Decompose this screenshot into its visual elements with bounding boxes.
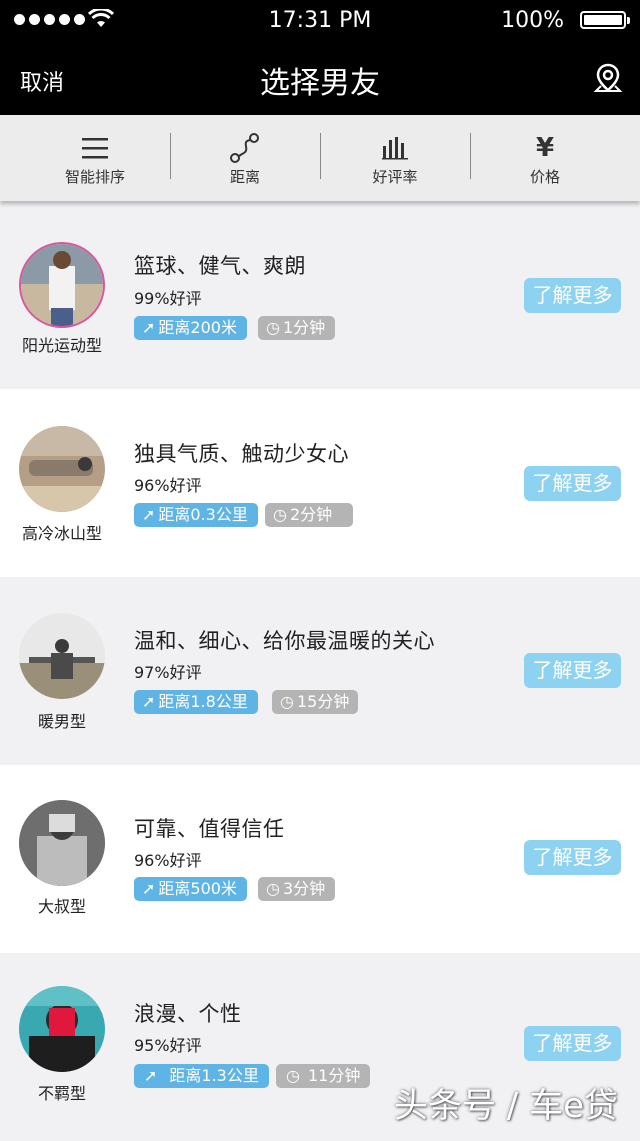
navigation-arrow-icon: ➚: [142, 879, 156, 898]
time-text: 15分钟: [296, 692, 350, 711]
avatar: [19, 986, 105, 1072]
item-headline: 独具气质、触动少女心: [134, 442, 349, 466]
item-headline: 温和、细心、给你最温暖的关心: [134, 629, 435, 653]
filter-rating[interactable]: 好评率: [320, 115, 470, 201]
yen-icon: ¥: [535, 133, 555, 163]
item-rating: 96%好评: [134, 476, 202, 495]
clock-icon: ◷: [266, 318, 280, 337]
time-tag: ◷ 11分钟: [276, 1064, 371, 1088]
type-label: 高冷冰山型: [21, 524, 102, 543]
route-icon: [170, 132, 320, 164]
list-item[interactable]: 高冷冰山型 独具气质、触动少女心 96%好评 ➚ 距离0.3公里 ◷ 2分钟 了解更…: [0, 389, 640, 577]
battery-percent: 100%: [501, 8, 564, 33]
item-headline: 浪漫、个性: [134, 1002, 242, 1026]
bar-chart-icon: [320, 132, 470, 164]
distance-text: 距离0.3公里: [158, 505, 248, 524]
time-tag: ◷ 1分钟: [258, 316, 336, 340]
filter-label: 价格: [529, 168, 560, 186]
navigation-arrow-icon: ➚: [144, 1066, 158, 1085]
distance-tag: ➚ 距离200米: [134, 316, 247, 340]
list-item[interactable]: 大叔型 可靠、值得信任 96%好评 ➚ 距离500米 ◷ 3分钟 了解更多: [0, 765, 640, 953]
time-text: 1分钟: [282, 318, 326, 337]
avatar: [19, 613, 105, 699]
item-rating: 96%好评: [134, 851, 202, 870]
item-rating: 97%好评: [134, 663, 202, 682]
distance-tag: ➚ 距离1.3公里: [134, 1064, 269, 1088]
distance-tag: ➚ 距离0.3公里: [134, 503, 258, 527]
filter-price[interactable]: ¥ 价格: [470, 115, 620, 201]
time-tag: ◷ 2分钟: [265, 503, 353, 527]
learn-more-button[interactable]: 了解更多: [524, 653, 621, 688]
type-label: 大叔型: [37, 897, 86, 916]
avatar: [19, 242, 105, 328]
time-text: 3分钟: [282, 879, 326, 898]
list-item[interactable]: 阳光运动型 篮球、健气、爽朗 99%好评 ➚ 距离200米 ◷ 1分钟 了解更多: [0, 201, 640, 389]
distance-tag: ➚ 距离1.8公里: [134, 690, 258, 714]
clock-icon: ◷: [286, 1066, 300, 1085]
distance-text: 距离500米: [158, 879, 237, 898]
filter-distance[interactable]: 距离: [170, 115, 320, 201]
item-rating: 99%好评: [134, 289, 202, 308]
navigation-arrow-icon: ➚: [142, 505, 156, 524]
filter-label: 距离: [229, 168, 260, 186]
item-headline: 可靠、值得信任: [134, 817, 285, 841]
navigation-arrow-icon: ➚: [142, 318, 156, 337]
battery-icon: [580, 11, 630, 29]
clock-icon: ◷: [273, 505, 287, 524]
learn-more-button[interactable]: 了解更多: [524, 278, 621, 313]
time-text: 2分钟: [289, 505, 333, 524]
clock-icon: ◷: [266, 879, 280, 898]
clock-icon: ◷: [280, 692, 294, 711]
avatar: [19, 426, 105, 512]
navigation-arrow-icon: ➚: [142, 692, 156, 711]
time-text: 11分钟: [307, 1066, 361, 1085]
learn-more-button[interactable]: 了解更多: [524, 840, 621, 875]
type-label: 不羁型: [37, 1084, 86, 1103]
item-headline: 篮球、健气、爽朗: [134, 254, 306, 278]
filter-smart-sort[interactable]: 智能排序: [20, 115, 170, 201]
menu-icon: [20, 132, 170, 164]
watermark: 头条号 / 车e贷: [394, 1086, 618, 1126]
type-label: 暖男型: [37, 712, 86, 731]
distance-text: 距离1.8公里: [158, 692, 248, 711]
filter-bar: 智能排序 距离 好评率 ¥ 价格: [0, 115, 640, 201]
time-tag: ◷ 3分钟: [258, 877, 336, 901]
filter-label: 智能排序: [64, 168, 125, 186]
distance-text: 距离200米: [158, 318, 237, 337]
learn-more-button[interactable]: 了解更多: [524, 466, 621, 501]
item-rating: 95%好评: [134, 1036, 202, 1055]
page-title: 选择男友: [260, 66, 380, 101]
distance-tag: ➚ 距离500米: [134, 877, 247, 901]
filter-label: 好评率: [372, 168, 418, 186]
avatar: [19, 800, 105, 886]
list-item[interactable]: 暖男型 温和、细心、给你最温暖的关心 97%好评 ➚ 距离1.8公里 ◷ 15分钟 …: [0, 577, 640, 765]
learn-more-button[interactable]: 了解更多: [524, 1026, 621, 1061]
status-bar: 17:31 PM 100%: [0, 0, 640, 40]
type-label: 阳光运动型: [21, 336, 102, 355]
time-tag: ◷ 15分钟: [272, 690, 358, 714]
location-pin-icon[interactable]: [592, 62, 624, 94]
distance-text: 距离1.3公里: [169, 1066, 259, 1085]
nav-bar: 取消 选择男友: [0, 40, 640, 115]
